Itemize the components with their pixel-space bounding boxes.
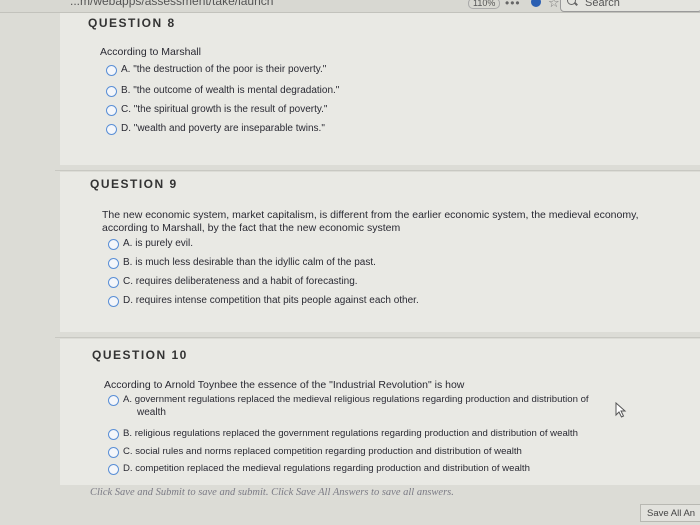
question-9-stem-line-2: according to Marshall, by the fact that … xyxy=(102,222,401,234)
radio-button[interactable] xyxy=(108,258,119,269)
radio-button[interactable] xyxy=(106,65,117,76)
radio-button[interactable] xyxy=(108,464,119,475)
option-label: B. religious regulations replaced the go… xyxy=(123,428,578,439)
question-9-stem-line-1: The new economic system, market capitali… xyxy=(102,209,639,221)
option-label: B. "the outcome of wealth is mental degr… xyxy=(121,85,340,96)
pocket-icon[interactable] xyxy=(531,0,541,7)
zoom-indicator[interactable]: 110% xyxy=(468,0,501,9)
question-10-option-a-wrap: wealth xyxy=(137,407,166,418)
option-label: D. "wealth and poverty are inseparable t… xyxy=(121,123,325,134)
question-8-header: QUESTION 8 xyxy=(88,16,176,30)
question-divider xyxy=(55,170,700,171)
search-icon xyxy=(567,0,576,5)
search-input[interactable]: Search xyxy=(560,0,700,12)
radio-button[interactable] xyxy=(106,86,117,97)
radio-button[interactable] xyxy=(106,105,117,116)
question-card-9 xyxy=(60,172,700,332)
more-menu-icon[interactable]: ••• xyxy=(505,0,521,10)
question-8-stem: According to Marshall xyxy=(100,46,201,58)
radio-button[interactable] xyxy=(108,429,119,440)
search-placeholder: Search xyxy=(585,0,620,9)
option-label: C. requires deliberateness and a habit o… xyxy=(123,276,358,287)
bookmark-star-icon[interactable]: ☆ xyxy=(548,0,560,11)
question-9-header: QUESTION 9 xyxy=(90,177,178,191)
question-10-header: QUESTION 10 xyxy=(92,348,188,362)
question-10-stem: According to Arnold Toynbee the essence … xyxy=(104,379,465,391)
mouse-cursor-icon xyxy=(615,402,627,418)
option-label: D. requires intense competition that pit… xyxy=(123,295,419,306)
address-bar[interactable]: ...m/webapps/assessment/take/launch xyxy=(70,0,273,8)
radio-button[interactable] xyxy=(108,239,119,250)
option-label: A. government regulations replaced the m… xyxy=(123,394,589,405)
question-divider xyxy=(55,337,700,338)
radio-button[interactable] xyxy=(108,395,119,406)
save-all-answers-button[interactable]: Save All An xyxy=(640,504,700,522)
radio-button[interactable] xyxy=(108,296,119,307)
radio-button[interactable] xyxy=(108,277,119,288)
option-label: C. "the spiritual growth is the result o… xyxy=(121,104,328,115)
radio-button[interactable] xyxy=(108,447,119,458)
option-label: B. is much less desirable than the idyll… xyxy=(123,257,376,268)
save-instructions: Click Save and Submit to save and submit… xyxy=(90,487,454,498)
option-label: A. is purely evil. xyxy=(123,238,194,249)
radio-button[interactable] xyxy=(106,124,117,135)
browser-toolbar: ...m/webapps/assessment/take/launch 110%… xyxy=(0,0,700,13)
option-label: A. "the destruction of the poor is their… xyxy=(121,64,327,75)
option-label: D. competition replaced the medieval reg… xyxy=(123,463,530,474)
option-label: C. social rules and norms replaced compe… xyxy=(123,446,522,457)
